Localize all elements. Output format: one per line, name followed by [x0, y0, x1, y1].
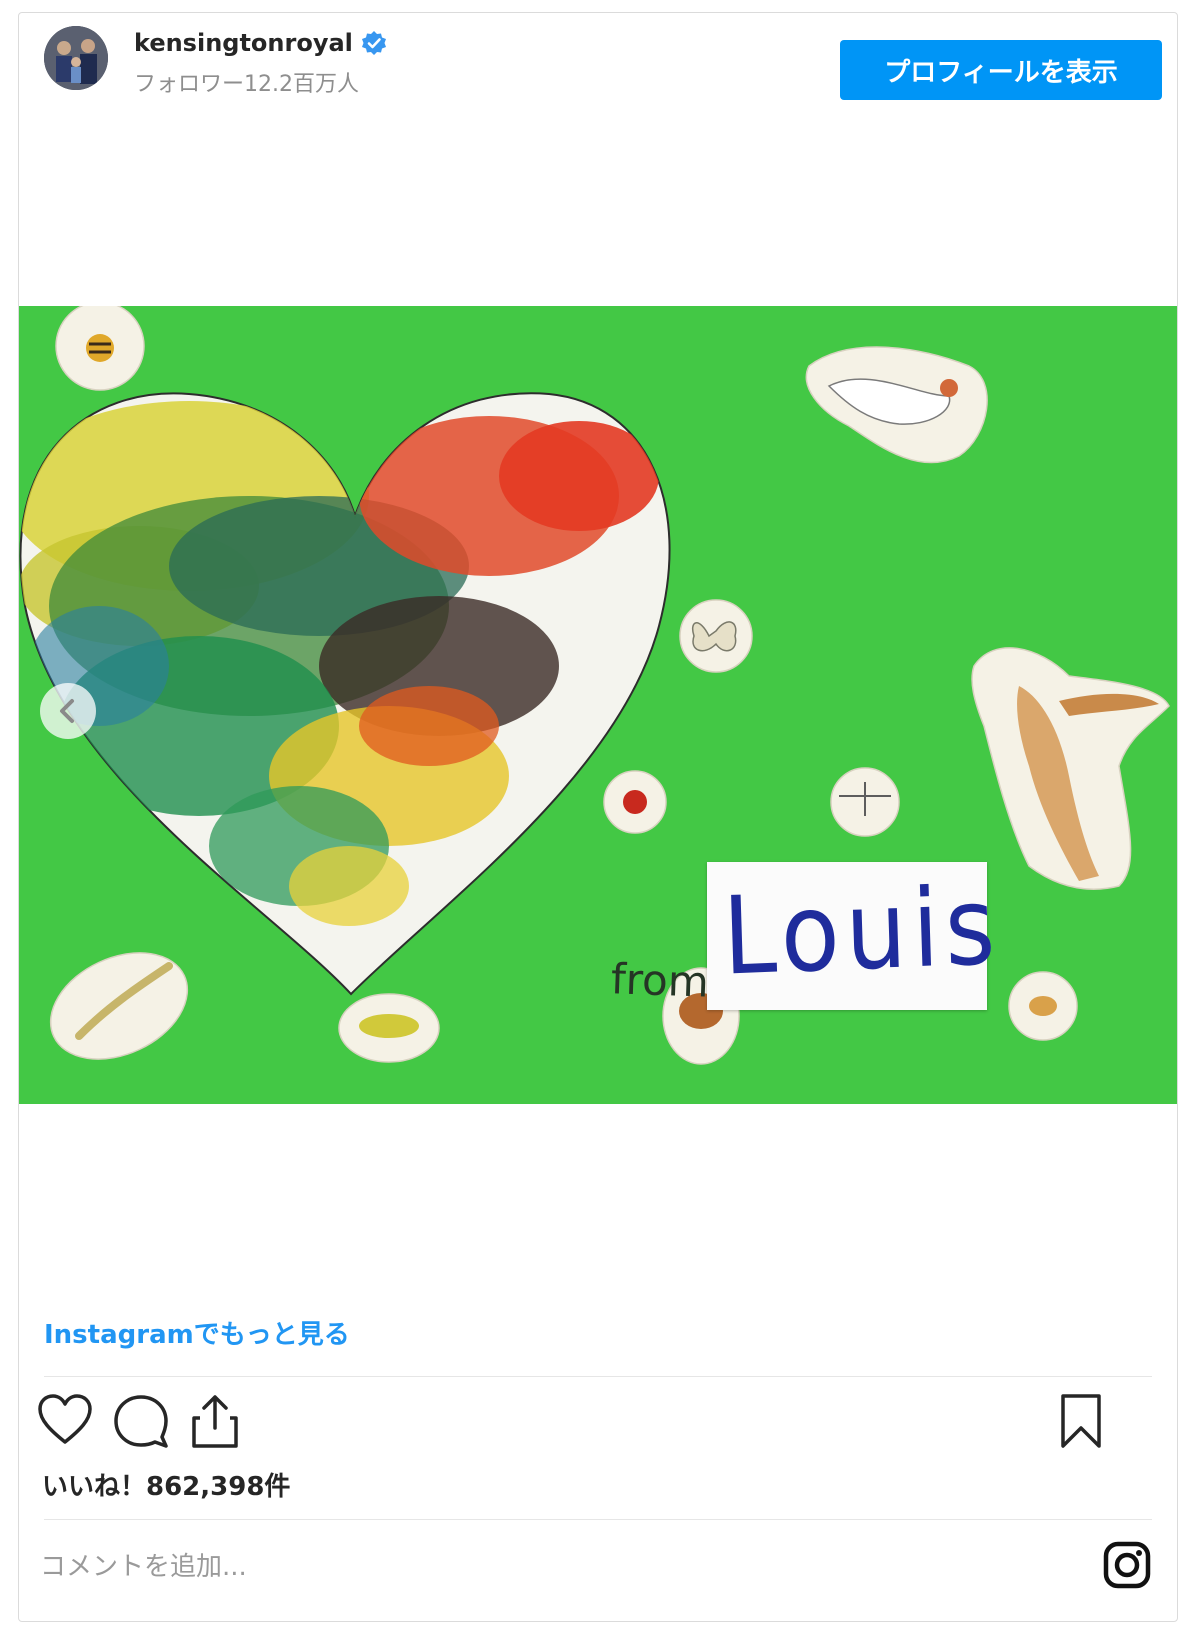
action-bar — [36, 1392, 1156, 1452]
divider — [44, 1519, 1152, 1520]
post-header: kensingtonroyal フォロワー12.2百万人 プロフィールを表示 — [24, 26, 1162, 100]
comment-input[interactable] — [40, 1542, 1040, 1592]
chevron-left-icon — [60, 699, 74, 723]
follower-count: フォロワー12.2百万人 — [134, 72, 359, 97]
avatar[interactable] — [44, 26, 108, 90]
artwork-name-card: Louis — [707, 862, 1003, 1010]
comment-icon[interactable] — [112, 1392, 170, 1450]
artwork-name-text: Louis — [721, 863, 1003, 1000]
view-more-on-instagram-link[interactable]: Instagramでもっと見る — [44, 1314, 350, 1351]
share-icon[interactable] — [186, 1392, 244, 1450]
username[interactable]: kensingtonroyal — [134, 29, 353, 57]
bookmark-icon[interactable] — [1052, 1392, 1110, 1450]
divider — [44, 1376, 1152, 1377]
post-image[interactable]: from Louis — [19, 306, 1177, 1104]
username-row: kensingtonroyal — [134, 28, 387, 58]
artwork-illustration — [19, 306, 1177, 1104]
verified-badge-icon — [361, 31, 386, 55]
view-profile-button[interactable]: プロフィールを表示 — [840, 40, 1162, 100]
instagram-icon[interactable] — [1102, 1540, 1152, 1590]
heart-icon[interactable] — [36, 1392, 94, 1450]
like-count: いいね！862,398件 — [42, 1472, 291, 1502]
artwork-from-label: from — [610, 954, 710, 1007]
carousel-prev-button[interactable] — [40, 683, 96, 739]
